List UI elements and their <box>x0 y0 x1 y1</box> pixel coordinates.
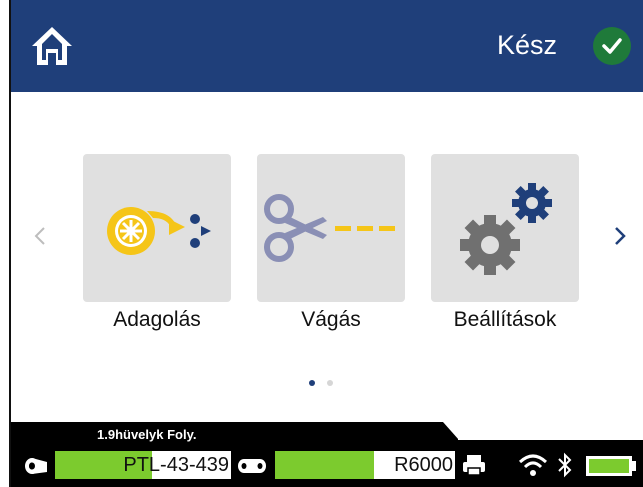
settings-tile[interactable] <box>431 154 579 302</box>
bluetooth-icon[interactable] <box>556 451 574 479</box>
status-bar-notch <box>443 422 459 440</box>
cut-label: Vágás <box>301 308 361 331</box>
check-icon <box>602 38 622 54</box>
battery-icon <box>586 456 636 476</box>
previous-page-button[interactable] <box>25 216 55 256</box>
chevron-left-icon <box>34 227 45 245</box>
ribbon-level-fill <box>275 451 374 479</box>
left-frame <box>0 0 11 487</box>
ribbon-part-number: R6000 <box>394 454 453 476</box>
home-button[interactable] <box>11 0 93 92</box>
printer-icon[interactable] <box>461 453 487 477</box>
feed-label: Adagolás <box>113 308 201 331</box>
feed-icon <box>107 207 211 255</box>
page-indicator <box>309 380 333 386</box>
status-bar-notch-fill <box>458 422 643 440</box>
printer-screen: Kész Adagolás Vágás Beállítások 1.9hüvel… <box>11 0 643 487</box>
ribbon-icon[interactable] <box>236 454 268 476</box>
label-roll-icon[interactable] <box>23 454 49 476</box>
home-icon <box>32 27 72 65</box>
media-part-number: PTL-43-439 <box>123 454 229 476</box>
cut-tile[interactable] <box>257 154 405 302</box>
ready-status-badge <box>593 27 631 65</box>
settings-label: Beállítások <box>453 308 557 331</box>
next-page-button[interactable] <box>605 216 635 256</box>
status-title: Kész <box>496 30 557 60</box>
page-dot-active <box>309 380 315 386</box>
scissors-icon <box>264 194 395 262</box>
menu-carousel: Adagolás Vágás Beállítások <box>11 92 643 422</box>
media-label: 1.9hüvelyk Foly. <box>97 427 197 442</box>
header-bar: Kész <box>11 0 643 92</box>
media-status[interactable]: PTL-43-439 <box>55 451 231 479</box>
feed-tile[interactable] <box>83 154 231 302</box>
gears-icon <box>460 183 552 275</box>
ribbon-status[interactable]: R6000 <box>275 451 455 479</box>
wifi-icon[interactable] <box>518 452 548 478</box>
page-dot <box>327 380 333 386</box>
status-bar: 1.9hüvelyk Foly. PTL-43-439 R6000 <box>11 422 643 487</box>
chevron-right-icon <box>615 227 626 245</box>
